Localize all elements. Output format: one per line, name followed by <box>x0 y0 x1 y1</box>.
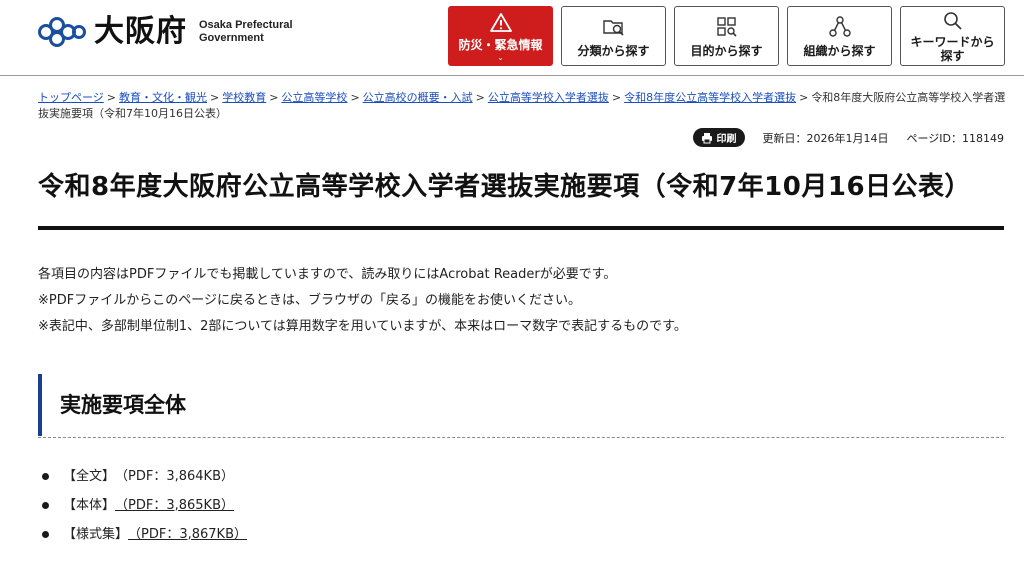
keyword-search-label: キーワードから探す <box>910 35 995 63</box>
osaka-logo-icon <box>38 17 86 47</box>
breadcrumb-separator: > <box>210 91 220 104</box>
organization-search-button[interactable]: 組織から探す <box>787 6 892 66</box>
breadcrumb-link-r8-admission[interactable]: 令和8年度公立高等学校入学者選抜 <box>624 91 796 104</box>
folder-search-icon <box>602 19 624 36</box>
title-divider <box>38 226 1004 230</box>
breadcrumb-link-public-high-school[interactable]: 公立高等学校 <box>281 91 347 104</box>
section-divider <box>38 437 1004 438</box>
site-header: 大阪府 Osaka Prefectural Government 防災・緊急情報… <box>0 0 1024 76</box>
breadcrumb-separator: > <box>799 91 809 104</box>
intro-line-1: 各項目の内容はPDFファイルでも掲載していますので、読み取りにはAcrobat … <box>38 267 617 282</box>
breadcrumb-link-admission-selection[interactable]: 公立高等学校入学者選抜 <box>488 91 609 104</box>
keyword-search-button[interactable]: キーワードから探す <box>900 6 1005 66</box>
list-item: 【全文】 （PDF：3,864KB） <box>42 462 247 491</box>
bullet-icon <box>42 531 49 538</box>
logo-japanese-text: 大阪府 <box>94 14 187 49</box>
grid-search-icon <box>716 16 737 37</box>
breadcrumb-link-education-culture[interactable]: 教育・文化・観光 <box>119 91 207 104</box>
breadcrumb-separator: > <box>475 91 485 104</box>
search-icon <box>943 12 962 30</box>
logo-en-line1: Osaka Prefectural <box>199 19 293 31</box>
list-item: 【様式集】 （PDF：3,867KB） <box>42 520 247 549</box>
site-logo[interactable]: 大阪府 Osaka Prefectural Government <box>38 14 293 50</box>
file-label: 【全文】 <box>63 468 116 484</box>
breadcrumb-link-top[interactable]: トップページ <box>38 91 104 104</box>
file-label: 【本体】 <box>63 497 116 513</box>
intro-line-3: ※表記中、多部制単位制1、2部については算用数字を用いていますが、本来はローマ数… <box>38 319 687 334</box>
print-label: 印刷 <box>716 134 737 145</box>
warning-icon <box>489 12 512 32</box>
page-id: ページID：118149 <box>906 131 1005 145</box>
updated-date: 更新日：2026年1月14日 <box>762 131 889 145</box>
list-item: 【本体】 （PDF：3,865KB） <box>42 491 247 520</box>
printer-icon <box>701 132 712 143</box>
page-title: 令和8年度大阪府公立高等学校入学者選抜実施要項（令和7年10月16日公表） <box>38 172 972 202</box>
page-meta: 印刷 更新日：2026年1月14日 ページID：118149 <box>692 128 1005 147</box>
bullet-icon <box>42 473 49 480</box>
breadcrumb-link-school-education[interactable]: 学校教育 <box>222 91 266 104</box>
file-size: （PDF：3,864KB） <box>115 468 235 484</box>
breadcrumb-separator: > <box>106 91 116 104</box>
org-chart-icon <box>828 15 851 37</box>
logo-english-text: Osaka Prefectural Government <box>199 19 293 45</box>
breadcrumb-link-overview-exam[interactable]: 公立高校の概要・入試 <box>363 91 473 104</box>
pdf-link-main[interactable]: （PDF：3,865KB） <box>115 495 234 517</box>
organization-search-label: 組織から探す <box>803 43 876 58</box>
intro-line-2: ※PDFファイルからこのページに戻るときは、ブラウザの「戻る」の機能をお使いくだ… <box>38 293 581 308</box>
purpose-search-label: 目的から探す <box>690 43 763 58</box>
section-heading: 実施要項全体 <box>38 374 186 436</box>
intro-text: 各項目の内容はPDFファイルでも掲載していますので、読み取りにはAcrobat … <box>38 262 687 340</box>
breadcrumb-separator: > <box>350 91 360 104</box>
breadcrumb-separator: > <box>269 91 279 104</box>
breadcrumb: トップページ > 教育・文化・観光 > 学校教育 > 公立高等学校 > 公立高校の概要・入試 > 公… <box>38 90 1008 122</box>
emergency-info-button[interactable]: 防災・緊急情報 ⌄ <box>448 6 553 66</box>
pdf-link-forms[interactable]: （PDF：3,867KB） <box>128 524 247 546</box>
file-label: 【様式集】 <box>63 526 129 542</box>
chevron-down-icon: ⌄ <box>497 52 504 62</box>
file-list: 【全文】 （PDF：3,864KB） 【本体】 （PDF：3,865KB） 【様… <box>42 462 247 549</box>
bullet-icon <box>42 502 49 509</box>
purpose-search-button[interactable]: 目的から探す <box>674 6 779 66</box>
emergency-label: 防災・緊急情報 <box>458 37 543 52</box>
print-button[interactable]: 印刷 <box>692 128 745 147</box>
logo-en-line2: Government <box>199 32 264 44</box>
category-search-button[interactable]: 分類から探す <box>561 6 666 66</box>
category-search-label: 分類から探す <box>577 43 650 58</box>
breadcrumb-separator: > <box>611 91 622 104</box>
